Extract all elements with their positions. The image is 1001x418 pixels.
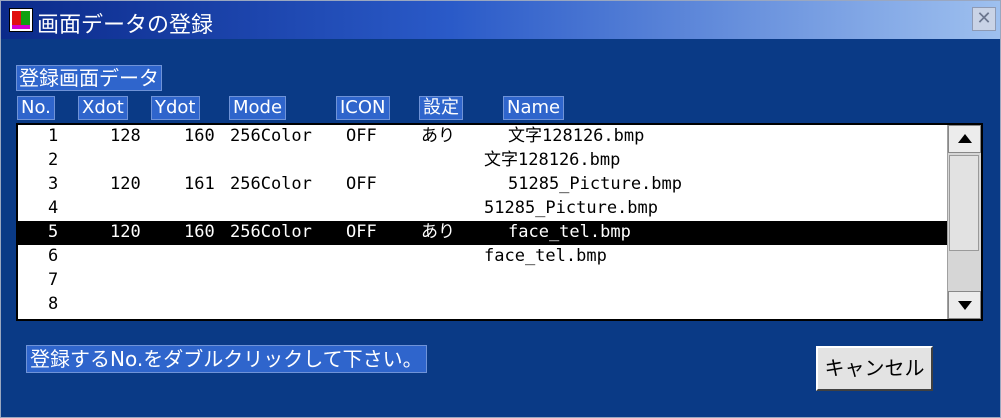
cell-name: face_tel.bmp (508, 222, 631, 242)
arrow-up-icon (958, 134, 972, 143)
column-header-no: No. (17, 96, 55, 120)
column-header-mode: Mode (229, 96, 287, 120)
cell-name: 51285_Picture.bmp (484, 198, 658, 218)
cell-no: 1 (48, 126, 59, 146)
cell-mode: 256Color (230, 174, 312, 194)
table-row[interactable]: 2 文字128126.bmp (18, 149, 949, 173)
cell-no: 2 (48, 150, 59, 170)
column-header-icon: ICON (336, 96, 390, 120)
cancel-button[interactable]: キャンセル (816, 346, 933, 391)
cell-icon: OFF (346, 174, 377, 194)
table-row[interactable]: 4 51285_Picture.bmp (18, 197, 949, 221)
cell-ydot: 161 (184, 174, 215, 194)
instruction-label: 登録するNo.をダブルクリックして下さい。 (26, 345, 427, 373)
cell-no: 7 (48, 270, 59, 290)
cell-no: 5 (48, 222, 59, 242)
cell-icon: OFF (346, 222, 377, 242)
window-title: 画面データの登録 (37, 13, 214, 38)
cell-no: 4 (48, 198, 59, 218)
cell-xdot: 120 (110, 174, 141, 194)
scroll-down-button[interactable] (948, 291, 981, 319)
scrollbar-thumb[interactable] (949, 155, 979, 251)
table-row[interactable]: 1 128 160 256Color OFF あり 文字128126.bmp (18, 125, 949, 149)
table-row[interactable]: 3 120 161 256Color OFF 51285_Picture.bmp (18, 173, 949, 197)
cell-settei: あり (421, 126, 455, 146)
cell-no: 3 (48, 174, 59, 194)
cell-name: 51285_Picture.bmp (508, 174, 682, 194)
scroll-up-button[interactable] (948, 125, 981, 153)
column-header-xdot: Xdot (78, 96, 128, 120)
cell-name: 文字128126.bmp (508, 126, 645, 146)
column-header-name: Name (503, 96, 565, 120)
column-header-settei: 設定 (419, 96, 463, 120)
section-label: 登録画面データ (16, 65, 162, 91)
arrow-down-icon (958, 301, 972, 310)
table-row[interactable]: 8 (18, 293, 949, 317)
vertical-scrollbar[interactable] (947, 125, 981, 319)
cell-no: 8 (48, 294, 59, 314)
column-header-ydot: Ydot (151, 96, 200, 120)
cell-settei: あり (421, 222, 455, 242)
title-bar[interactable]: 画面データの登録 ✕ (1, 1, 1000, 39)
cell-xdot: 120 (110, 222, 141, 242)
close-icon: ✕ (976, 8, 992, 29)
register-screen-data-dialog: 画面データの登録 ✕ 登録画面データ No. Xdot Ydot Mode IC… (0, 0, 1001, 418)
cell-xdot: 128 (110, 126, 141, 146)
screen-data-list[interactable]: 1 128 160 256Color OFF あり 文字128126.bmp 2 文字12812… (16, 123, 983, 321)
cell-ydot: 160 (184, 222, 215, 242)
cell-mode: 256Color (230, 222, 312, 242)
close-button[interactable]: ✕ (972, 7, 996, 31)
cell-icon: OFF (346, 126, 377, 146)
cell-name: face_tel.bmp (484, 246, 607, 266)
cell-name: 文字128126.bmp (484, 150, 621, 170)
app-icon (9, 8, 33, 32)
cell-no: 6 (48, 246, 59, 266)
table-row[interactable]: 6 face_tel.bmp (18, 245, 949, 269)
list-rows: 1 128 160 256Color OFF あり 文字128126.bmp 2 文字12812… (18, 125, 949, 319)
cell-mode: 256Color (230, 126, 312, 146)
table-row[interactable]: 5 120 160 256Color OFF あり face_tel.bmp (18, 221, 949, 245)
cell-ydot: 160 (184, 126, 215, 146)
table-row[interactable]: 7 (18, 269, 949, 293)
